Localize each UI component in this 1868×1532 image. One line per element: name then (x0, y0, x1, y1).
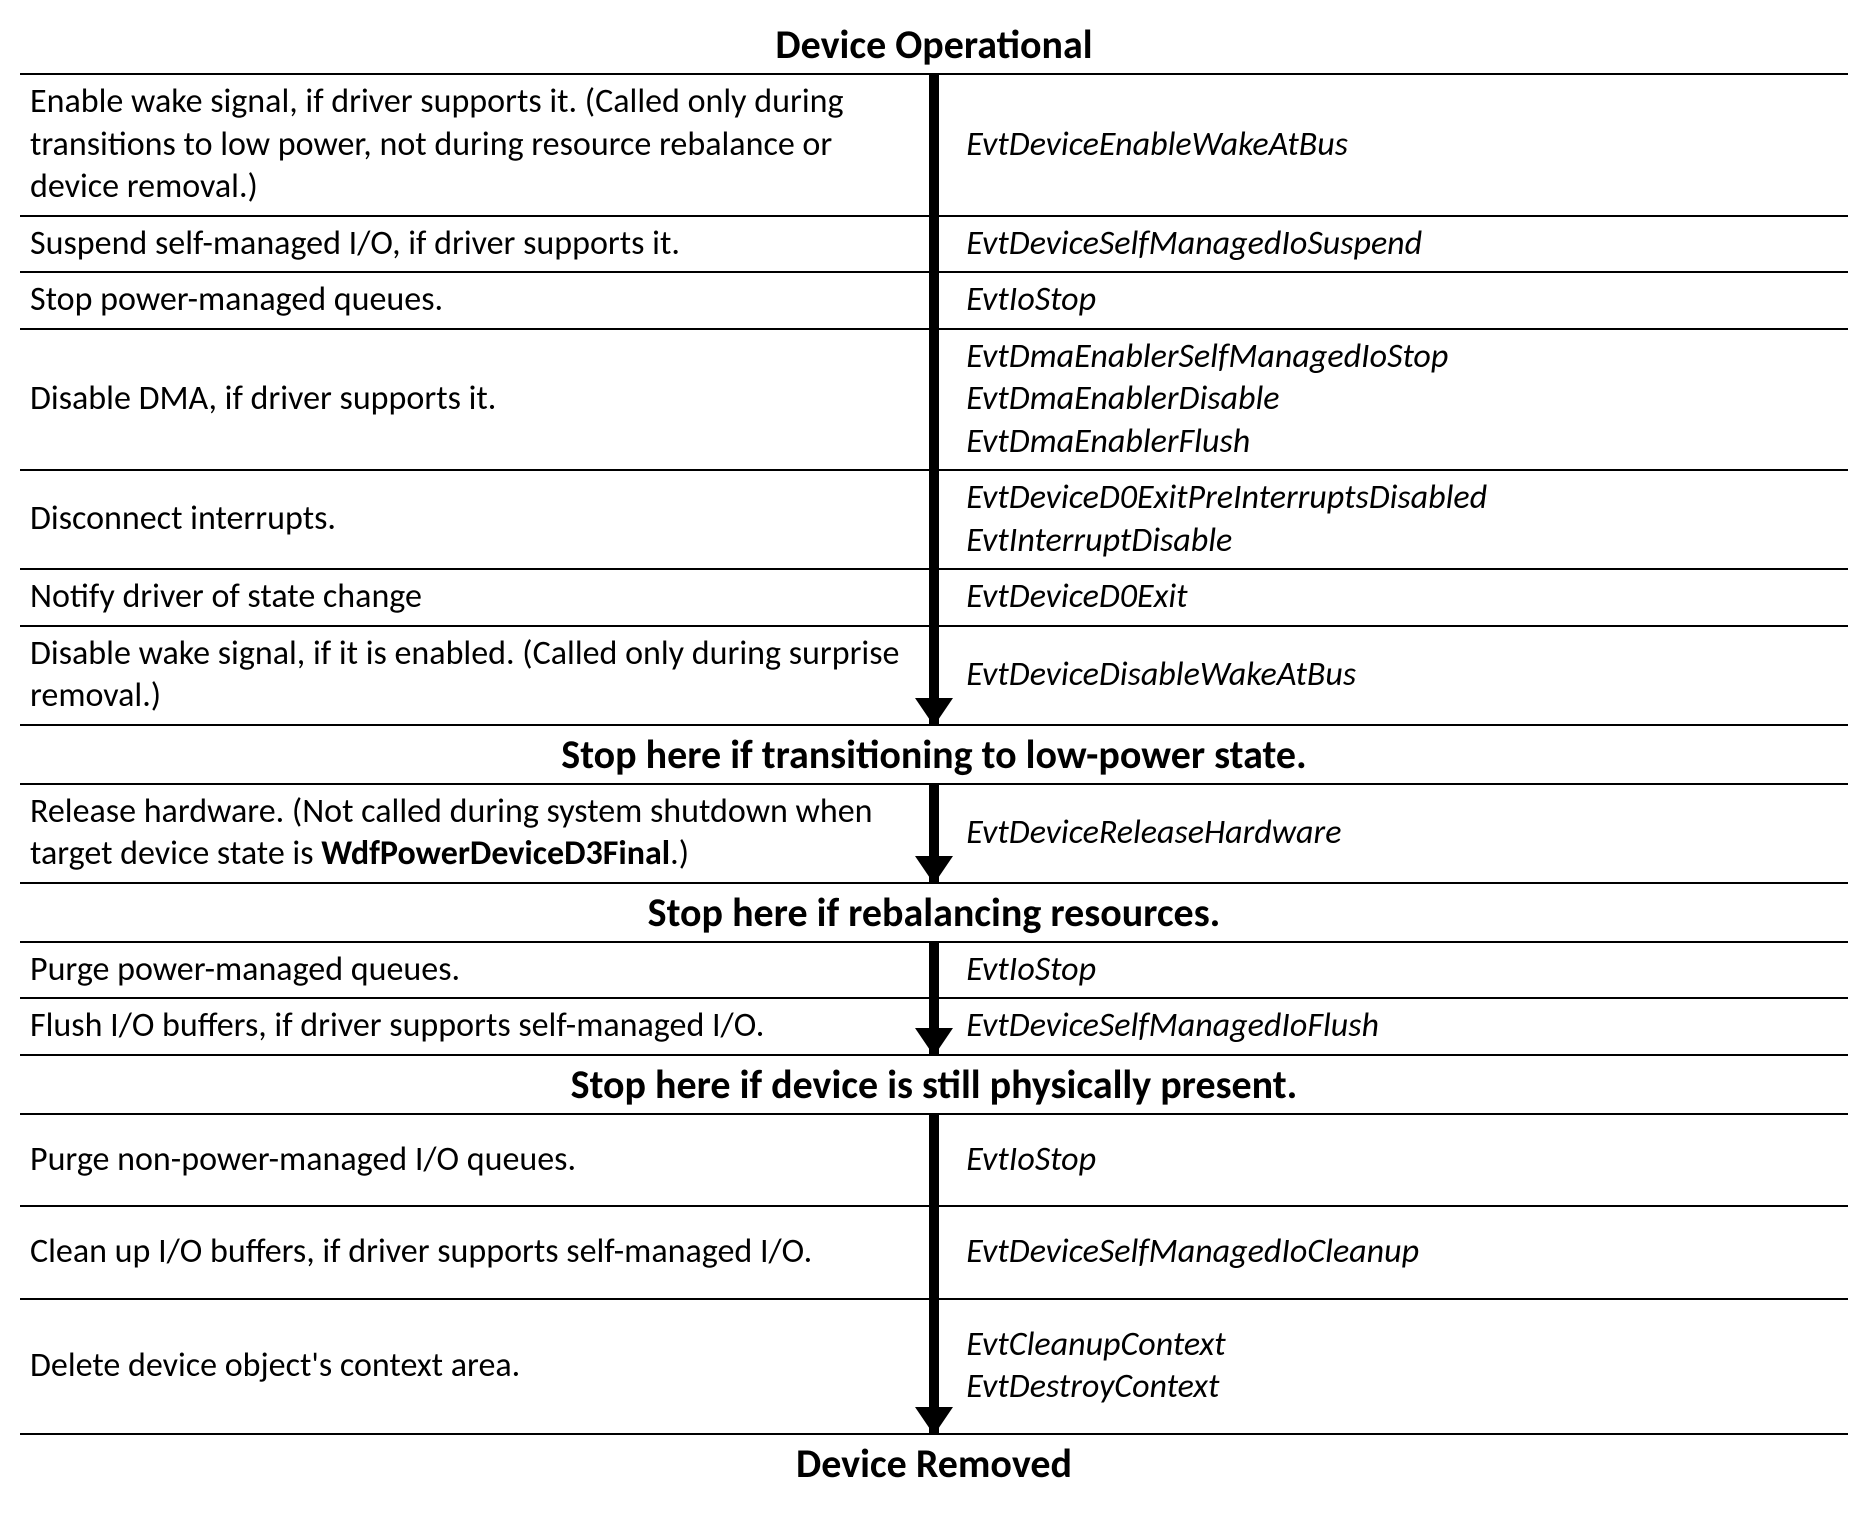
action-text: Stop power-managed queues. (30, 279, 443, 322)
callback-list: EvtIoStop (966, 279, 1096, 322)
section-4: Purge non-power-managed I/O queues. EvtIo… (20, 1113, 1848, 1435)
action-text: Clean up I/O buffers, if driver supports… (30, 1231, 812, 1274)
callback-cell: EvtDeviceD0Exit (952, 570, 1848, 625)
callback-list: EvtDeviceSelfManagedIoSuspend (966, 223, 1422, 266)
callback-list: EvtCleanupContextEvtDestroyContext (966, 1324, 1225, 1409)
callback-name: EvtDeviceSelfManagedIoFlush (966, 1005, 1379, 1048)
callback-name: EvtDmaEnablerFlush (966, 421, 1448, 464)
break-low-power-text: Stop here if transitioning to low-power … (561, 730, 1306, 779)
callback-name: EvtDeviceSelfManagedIoCleanup (966, 1231, 1419, 1274)
callback-name: EvtDeviceEnableWakeAtBus (966, 124, 1348, 167)
action-cell: Purge non-power-managed I/O queues. (20, 1133, 916, 1188)
action-cell: Delete device object's context area. (20, 1318, 916, 1415)
callback-name: EvtCleanupContext (966, 1324, 1225, 1367)
section-2: Release hardware. (Not called during sys… (20, 783, 1848, 884)
arrowhead-icon (915, 1407, 953, 1435)
action-bold-token: WdfPowerDeviceD3Final (321, 833, 670, 874)
arrowhead-icon (915, 698, 953, 726)
callback-name: EvtIoStop (966, 949, 1096, 992)
callback-list: EvtDeviceReleaseHardware (966, 812, 1341, 855)
action-text: Purge power-managed queues. (30, 949, 460, 992)
action-cell: Flush I/O buffers, if driver supports se… (20, 999, 916, 1054)
action-cell: Stop power-managed queues. (20, 273, 916, 328)
callback-name: EvtDmaEnablerSelfManagedIoStop (966, 336, 1448, 379)
arrowhead-icon (915, 1028, 953, 1056)
action-text: Notify driver of state change (30, 576, 422, 619)
action-cell: Disable wake signal, if it is enabled. (… (20, 627, 916, 724)
action-cell: Disconnect interrupts. (20, 471, 916, 568)
diagram-page: Device Operational Enable wake signal, i… (0, 0, 1868, 1532)
action-cell: Enable wake signal, if driver supports i… (20, 75, 916, 215)
callback-list: EvtIoStop (966, 1139, 1096, 1182)
callback-name: EvtIoStop (966, 279, 1096, 322)
action-text: Purge non-power-managed I/O queues. (30, 1139, 576, 1182)
action-text: Enable wake signal, if driver supports i… (30, 81, 902, 209)
callback-list: EvtDeviceSelfManagedIoFlush (966, 1005, 1379, 1048)
callback-cell: EvtDeviceEnableWakeAtBus (952, 75, 1848, 215)
action-cell: Notify driver of state change (20, 570, 916, 625)
break-present: Stop here if device is still physically … (20, 1056, 1848, 1113)
callback-name: EvtDeviceSelfManagedIoSuspend (966, 223, 1422, 266)
callback-list: EvtDmaEnablerSelfManagedIoStopEvtDmaEnab… (966, 336, 1448, 464)
section-1: Enable wake signal, if driver supports i… (20, 73, 1848, 726)
arrow-shaft (929, 73, 939, 726)
action-text: Disconnect interrupts. (30, 498, 336, 541)
callback-name: EvtInterruptDisable (966, 520, 1487, 563)
callback-name: EvtDeviceReleaseHardware (966, 812, 1341, 855)
callback-cell: EvtIoStop (952, 1133, 1848, 1188)
callback-list: EvtDeviceD0Exit (966, 576, 1187, 619)
action-text: Disable DMA, if driver supports it. (30, 378, 496, 421)
callback-name: EvtDeviceDisableWakeAtBus (966, 654, 1356, 697)
section-3: Purge power-managed queues. EvtIoStop Flus… (20, 941, 1848, 1056)
callback-name: EvtDeviceD0Exit (966, 576, 1187, 619)
callback-cell: EvtDeviceReleaseHardware (952, 785, 1848, 882)
callback-cell: EvtDeviceSelfManagedIoCleanup (952, 1225, 1848, 1280)
action-cell: Suspend self-managed I/O, if driver supp… (20, 217, 916, 272)
callback-cell: EvtIoStop (952, 943, 1848, 998)
break-rebalance: Stop here if rebalancing resources. (20, 884, 1848, 941)
callback-name: EvtIoStop (966, 1139, 1096, 1182)
action-text: Delete device object's context area. (30, 1345, 520, 1388)
action-text: Suspend self-managed I/O, if driver supp… (30, 223, 680, 266)
callback-name: EvtDeviceD0ExitPreInterruptsDisabled (966, 477, 1487, 520)
callback-cell: EvtDeviceSelfManagedIoFlush (952, 999, 1848, 1054)
arrowhead-icon (915, 856, 953, 884)
title-top: Device Operational (20, 20, 1848, 69)
action-cell: Disable DMA, if driver supports it. (20, 330, 916, 470)
callback-cell: EvtCleanupContextEvtDestroyContext (952, 1318, 1848, 1415)
action-text: Release hardware. (Not called during sys… (30, 791, 902, 876)
action-cell: Purge power-managed queues. (20, 943, 916, 998)
title-bottom: Device Removed (20, 1439, 1848, 1488)
callback-cell: EvtIoStop (952, 273, 1848, 328)
callback-list: EvtDeviceDisableWakeAtBus (966, 654, 1356, 697)
callback-list: EvtIoStop (966, 949, 1096, 992)
action-cell: Clean up I/O buffers, if driver supports… (20, 1225, 916, 1280)
action-text: Disable wake signal, if it is enabled. (… (30, 633, 902, 718)
callback-name: EvtDmaEnablerDisable (966, 378, 1448, 421)
callback-cell: EvtDmaEnablerSelfManagedIoStopEvtDmaEnab… (952, 330, 1848, 470)
callback-list: EvtDeviceSelfManagedIoCleanup (966, 1231, 1419, 1274)
callback-list: EvtDeviceD0ExitPreInterruptsDisabledEvtI… (966, 477, 1487, 562)
break-rebalance-text: Stop here if rebalancing resources. (648, 888, 1221, 937)
action-cell: Release hardware. (Not called during sys… (20, 785, 916, 882)
callback-cell: EvtDeviceD0ExitPreInterruptsDisabledEvtI… (952, 471, 1848, 568)
break-low-power: Stop here if transitioning to low-power … (20, 726, 1848, 783)
action-text: Flush I/O buffers, if driver supports se… (30, 1005, 764, 1048)
callback-cell: EvtDeviceDisableWakeAtBus (952, 627, 1848, 724)
callback-cell: EvtDeviceSelfManagedIoSuspend (952, 217, 1848, 272)
arrow-shaft (929, 1113, 939, 1435)
callback-list: EvtDeviceEnableWakeAtBus (966, 124, 1348, 167)
break-present-text: Stop here if device is still physically … (571, 1060, 1298, 1109)
callback-name: EvtDestroyContext (966, 1366, 1225, 1409)
